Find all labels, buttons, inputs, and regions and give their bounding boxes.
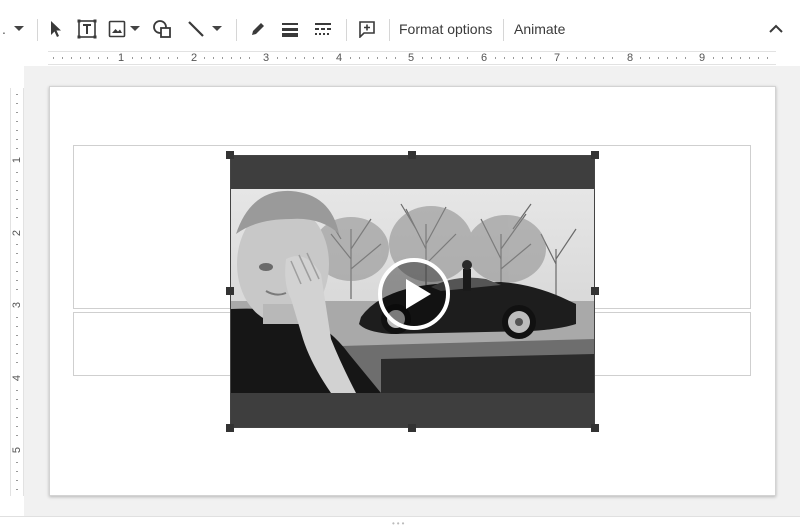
cursor-arrow-icon[interactable] [44,15,68,43]
resize-handle[interactable] [591,151,599,159]
image-dropdown-icon[interactable] [128,15,142,43]
ruler-number: 4 [336,52,343,64]
resize-handle[interactable] [226,287,234,295]
ruler-number: 2 [11,229,23,237]
ruler-number: 4 [11,374,23,382]
ruler-number: 6 [481,52,488,64]
selection-outline [230,155,595,428]
add-comment-icon[interactable] [355,15,379,43]
line-dash-icon[interactable] [311,15,335,43]
vertical-ruler[interactable]: 1 2 3 4 5 [10,88,24,496]
line-weight-icon[interactable] [278,15,302,43]
toolbar-separator [236,19,237,41]
ruler-number: 3 [11,301,23,309]
ruler-number: 9 [699,52,706,64]
video-element[interactable] [226,151,599,432]
resize-handle[interactable] [408,151,416,159]
format-options-button[interactable]: Format options [399,15,492,43]
ruler-number: 5 [11,446,23,454]
resize-handle[interactable] [226,424,234,432]
resize-handle[interactable] [226,151,234,159]
image-icon[interactable] [106,15,128,43]
resize-handle[interactable] [591,424,599,432]
toolbar: . Format options Animate [0,7,800,51]
toolbar-separator [37,19,38,41]
shape-icon[interactable] [150,15,174,43]
toolbar-separator [346,19,347,41]
horizontal-ruler[interactable]: 1 2 3 4 5 6 7 8 9 [48,51,776,65]
toolbar-separator [389,19,390,41]
pen-icon[interactable] [246,15,270,43]
resize-handle[interactable] [591,287,599,295]
resize-handle[interactable] [408,424,416,432]
line-icon[interactable] [184,15,208,43]
toolbar-leading-dot: . [2,21,6,37]
animate-button[interactable]: Animate [514,15,565,43]
ruler-number: 8 [627,52,634,64]
ruler-number: 3 [263,52,270,64]
ruler-number: 5 [408,52,415,64]
ruler-number: 7 [554,52,561,64]
chevron-up-icon[interactable] [764,15,788,43]
speaker-notes-resize-bar[interactable]: ••• [0,516,800,526]
toolbar-separator [503,19,504,41]
ruler-ticks [16,94,18,490]
line-dropdown-icon[interactable] [210,15,224,43]
text-box-icon[interactable] [75,15,99,43]
ruler-number: 2 [191,52,198,64]
drag-handle-icon: ••• [392,519,407,526]
ruler-number: 1 [118,52,125,64]
dropdown-arrow-icon[interactable] [10,15,28,43]
ruler-number: 1 [11,156,23,164]
